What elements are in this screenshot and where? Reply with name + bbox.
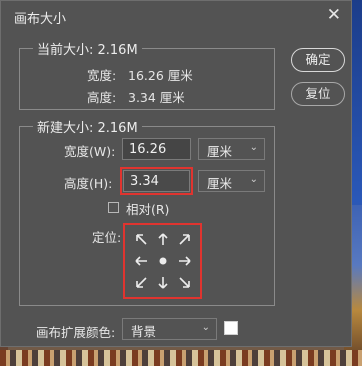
new-height-label: 高度(H): <box>64 176 113 191</box>
height-input-highlight <box>120 167 193 195</box>
anchor-left[interactable] <box>130 250 152 272</box>
arrow-down-icon <box>158 277 168 289</box>
arrow-up-left-icon <box>136 234 147 245</box>
extension-color-swatch[interactable] <box>224 321 238 335</box>
new-size-legend: 新建大小: 2.16M <box>33 117 142 136</box>
current-size-legend: 当前大小: 2.16M <box>33 39 142 58</box>
arrow-down-right-icon <box>179 277 190 288</box>
chevron-down-icon: ⌄ <box>249 174 258 185</box>
new-width-label: 宽度(W): <box>64 144 116 159</box>
anchor-bottom-right[interactable] <box>174 272 196 294</box>
reset-button[interactable]: 复位 <box>291 82 345 106</box>
current-width-value: 16.26 厘米 <box>128 68 193 83</box>
anchor-dot-icon <box>159 257 167 265</box>
anchor-top-left[interactable] <box>130 228 152 250</box>
ok-button[interactable]: 确定 <box>291 48 345 72</box>
dialog-title: 画布大小 <box>14 12 67 27</box>
current-width-label: 宽度: <box>87 68 117 83</box>
extension-color-label: 画布扩展颜色: <box>36 325 116 340</box>
arrow-right-icon <box>179 256 191 266</box>
anchor-right[interactable] <box>174 250 196 272</box>
height-unit-select[interactable]: 厘米 ⌄ <box>198 170 265 192</box>
relative-label: 相对(R) <box>126 202 170 217</box>
anchor-center[interactable] <box>152 250 174 272</box>
width-unit-select[interactable]: 厘米 ⌄ <box>198 138 265 160</box>
width-input[interactable] <box>122 138 191 160</box>
arrow-up-icon <box>158 233 168 245</box>
extension-color-value: 背景 <box>131 324 157 339</box>
anchor-bottom-left[interactable] <box>130 272 152 294</box>
anchor-bottom[interactable] <box>152 272 174 294</box>
current-height-label: 高度: <box>87 90 117 105</box>
close-icon[interactable]: ✕ <box>327 6 341 24</box>
current-height-value: 3.34 厘米 <box>128 90 185 105</box>
anchor-top-right[interactable] <box>174 228 196 250</box>
arrow-left-icon <box>135 256 147 266</box>
extension-color-select[interactable]: 背景 ⌄ <box>122 318 217 340</box>
anchor-label: 定位: <box>92 230 122 245</box>
canvas-size-dialog: 画布大小 ✕ 当前大小: 2.16M 宽度: 16.26 厘米 高度: 3.34… <box>0 0 352 347</box>
title-bar: 画布大小 ✕ <box>1 1 351 31</box>
height-unit-value: 厘米 <box>207 176 233 191</box>
arrow-up-right-icon <box>179 234 190 245</box>
chevron-down-icon: ⌄ <box>249 142 258 153</box>
anchor-top[interactable] <box>152 228 174 250</box>
width-unit-value: 厘米 <box>207 144 233 159</box>
chevron-down-icon: ⌄ <box>201 322 210 333</box>
background-photo-bottom <box>0 350 362 366</box>
anchor-grid <box>130 228 196 294</box>
relative-checkbox[interactable] <box>108 202 119 213</box>
arrow-down-left-icon <box>136 277 147 288</box>
